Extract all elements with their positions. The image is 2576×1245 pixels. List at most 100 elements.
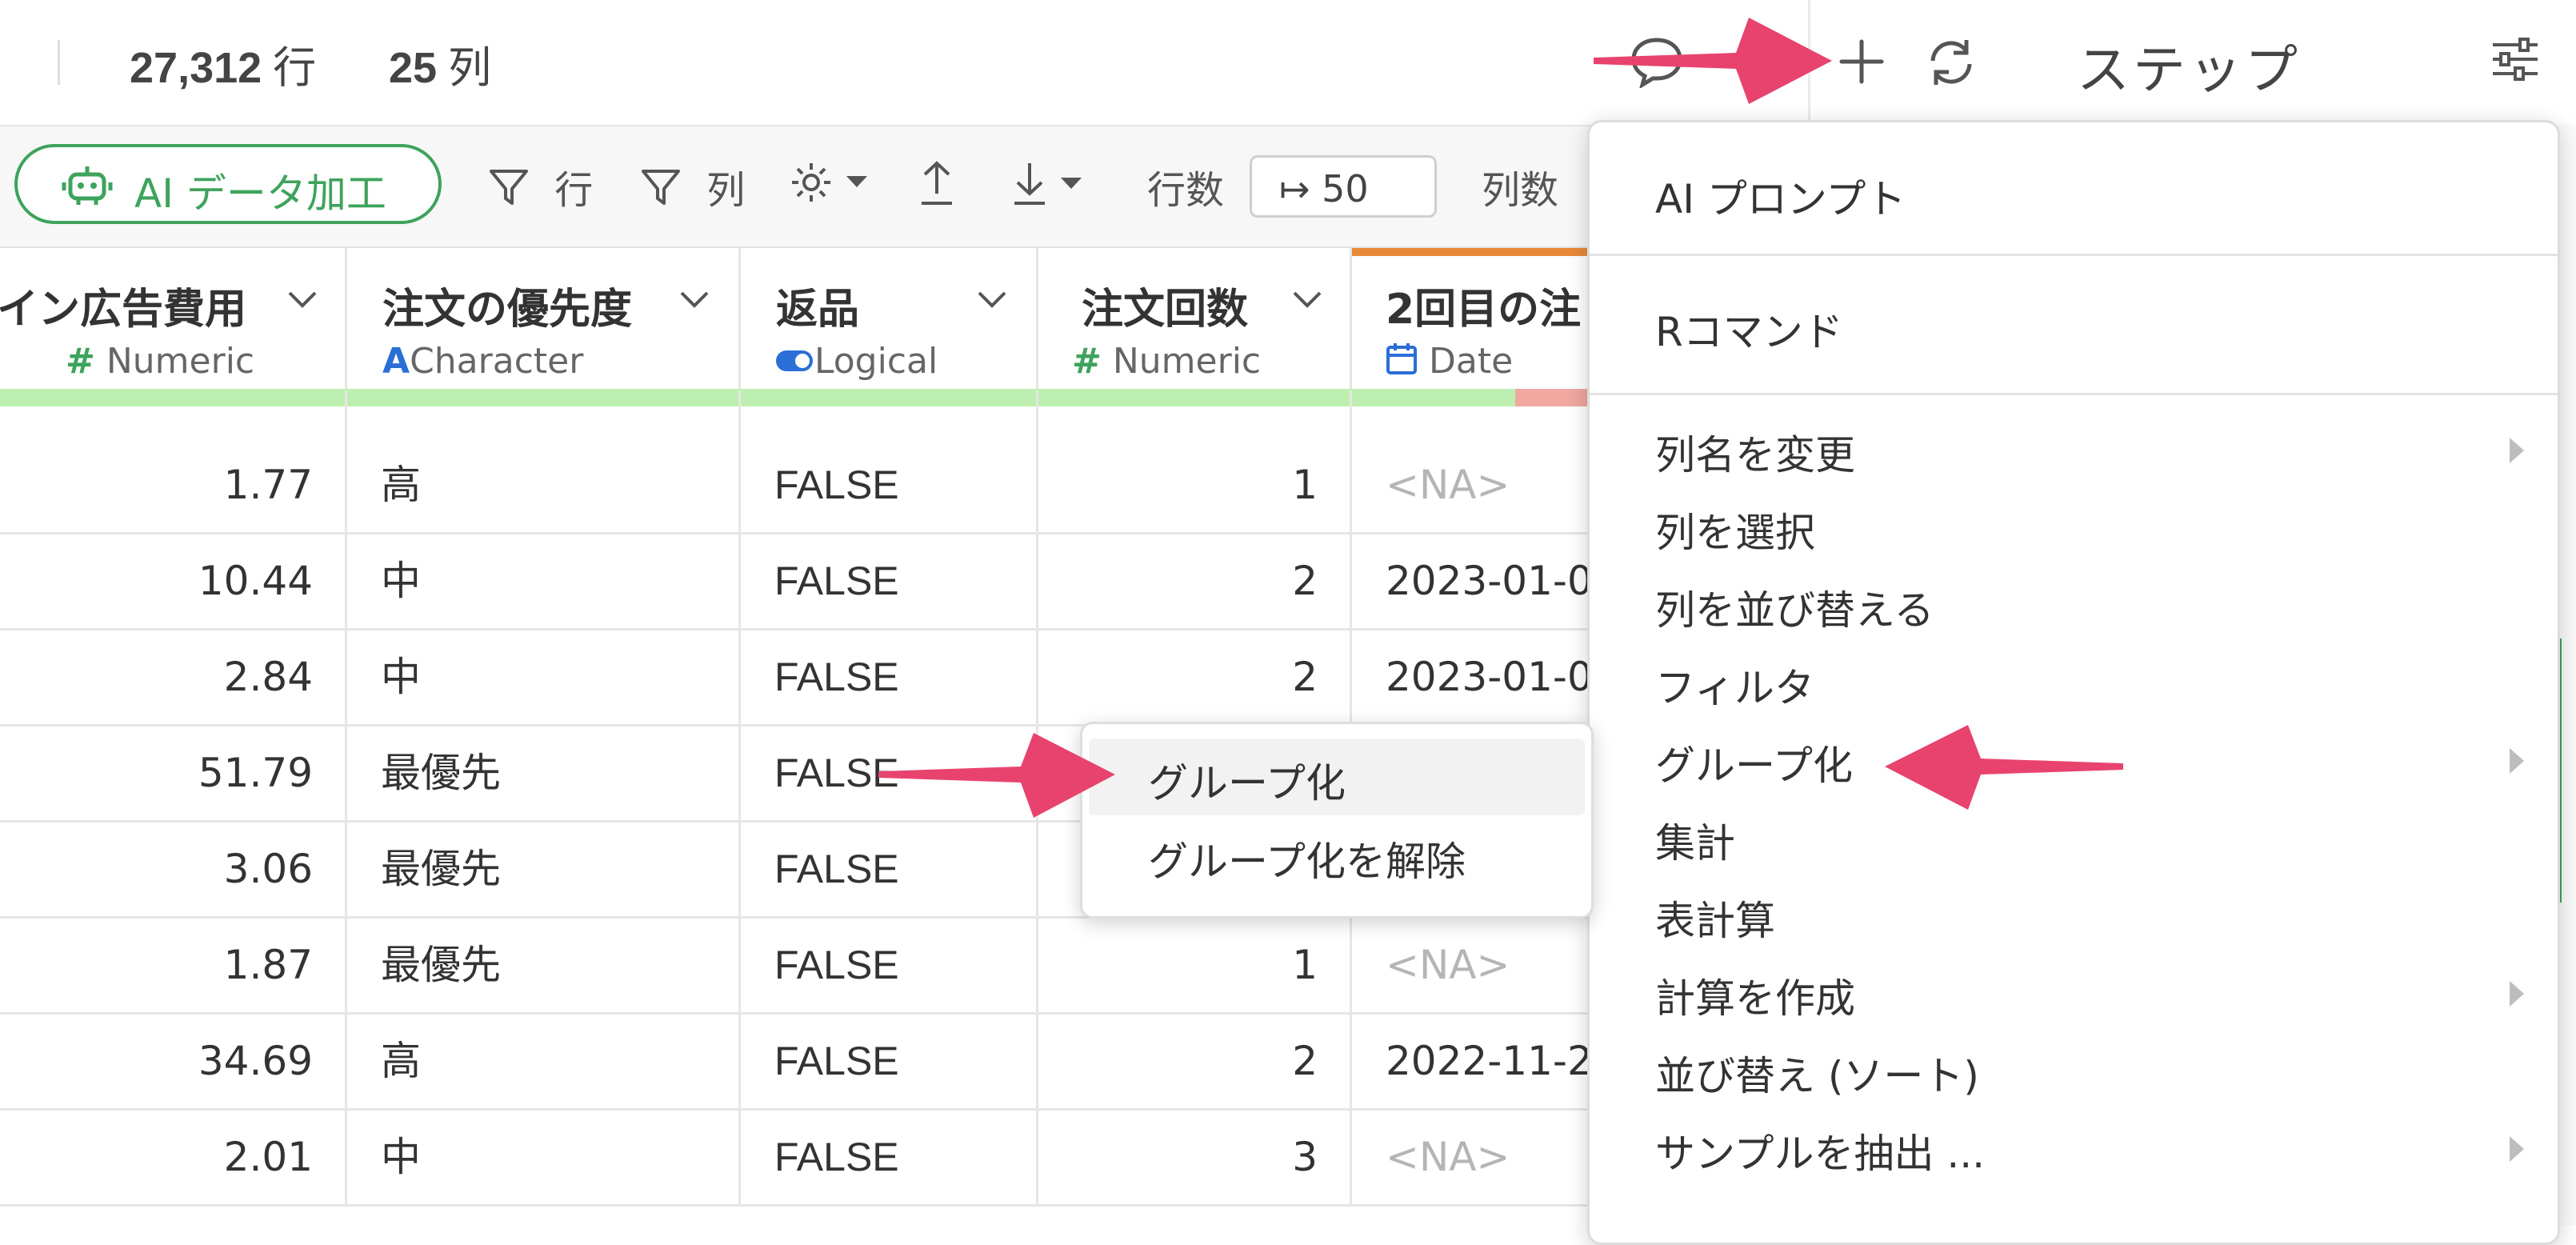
table-cell[interactable]: FALSE <box>741 534 1038 628</box>
column-header[interactable]: イン広告費用 # Numeric <box>0 248 347 389</box>
table-cell[interactable]: <NA> <box>1352 919 1592 1012</box>
table-row: 34.69 高 FALSE 2 2022-11-2 <box>0 1015 1592 1111</box>
column-header[interactable]: 注文回数 # Numeric <box>1038 248 1352 389</box>
column-count: 25 列 <box>389 42 492 93</box>
table-cell[interactable]: 中 <box>347 534 741 628</box>
robot-icon <box>62 166 113 205</box>
table-cell[interactable]: FALSE <box>741 631 1038 724</box>
toggle-icon <box>776 350 813 371</box>
menu-item-r-command[interactable]: Rコマンド <box>1655 300 1843 358</box>
chevron-down-icon[interactable] <box>283 280 322 318</box>
table-cell[interactable]: 最優先 <box>347 727 741 820</box>
table-cell[interactable]: 中 <box>347 631 741 724</box>
ai-button-label: AI データ加工 <box>134 170 386 217</box>
table-cell[interactable]: FALSE <box>741 823 1038 916</box>
ai-data-processing-button[interactable]: AI データ加工 <box>14 144 442 224</box>
menu-item[interactable]: 列名を変更 <box>1655 423 1855 481</box>
annotation-arrow <box>878 733 1115 818</box>
menu-item[interactable]: 並び替え (ソート) <box>1655 1044 1979 1102</box>
rows-count-input[interactable]: ↦ 50 <box>1250 155 1437 218</box>
table-cell[interactable]: 最優先 <box>347 919 741 1012</box>
table-cell[interactable]: 1 <box>1038 919 1352 1012</box>
filter-icon <box>490 170 528 205</box>
table-cell[interactable]: 2 <box>1038 534 1352 628</box>
settings-sliders-icon[interactable] <box>2490 35 2541 83</box>
chevron-down-icon[interactable] <box>675 280 714 318</box>
column-header[interactable]: 2回目の注 Date <box>1352 248 1592 389</box>
table-cell[interactable]: 高 <box>347 1015 741 1108</box>
column-header[interactable]: 返品 Logical <box>741 248 1038 389</box>
table-cell[interactable]: 3 <box>1038 1111 1352 1204</box>
table-cell[interactable]: FALSE <box>741 438 1038 532</box>
rows-label: 行数 <box>1147 168 1225 213</box>
table-cell[interactable]: 中 <box>347 1111 741 1204</box>
column-header[interactable]: 注文の優先度 ACharacter <box>347 248 741 389</box>
menu-item[interactable]: フィルタ <box>1655 656 1814 714</box>
steps-title: ステップ <box>2077 39 2301 101</box>
table-cell[interactable]: 2 <box>1038 1015 1352 1108</box>
top-bar: 27,312 行 25 列 ステップ <box>0 0 2576 126</box>
column-highlight-bar <box>1352 248 1592 256</box>
add-step-menu: AI プロンプト Rコマンド 列名を変更列を選択列を並び替える フィルタグループ化… <box>1587 120 2560 1245</box>
character-type-icon: A <box>382 341 410 382</box>
table-row: 10.44 中 FALSE 2 2023-01-0 <box>0 534 1592 631</box>
table-cell[interactable]: 51.79 <box>0 727 347 820</box>
table-cell[interactable]: 2023-01-0 <box>1352 534 1592 628</box>
filter-rows-button[interactable]: 行 <box>488 158 593 214</box>
numeric-type-icon: # <box>66 341 95 382</box>
table-cell[interactable]: 1.87 <box>0 919 347 1012</box>
annotation-arrow <box>1594 18 1832 104</box>
table-row: 1.77 高 FALSE 1 <NA> <box>0 438 1592 534</box>
table-cell[interactable]: 2.01 <box>0 1111 347 1204</box>
table-cell[interactable]: <NA> <box>1352 1111 1592 1204</box>
table-cell[interactable]: FALSE <box>741 1015 1038 1108</box>
gear-menu-icon[interactable] <box>790 160 874 205</box>
table-cell[interactable]: 2023-01-0 <box>1352 631 1592 724</box>
row-count: 27,312 行 <box>130 42 317 93</box>
cols-label: 列数 <box>1482 168 1559 213</box>
menu-divider <box>1590 254 2558 256</box>
table-row-partial <box>0 390 1592 441</box>
menu-item[interactable]: 表計算 <box>1655 889 1775 947</box>
submenu-caret-icon <box>2510 1136 2524 1162</box>
menu-item[interactable]: 列を並び替える <box>1655 578 1934 636</box>
table-cell[interactable]: 2 <box>1038 631 1352 724</box>
table-row: 1.87 最優先 FALSE 1 <NA> <box>0 919 1592 1015</box>
table-cell[interactable]: FALSE <box>741 919 1038 1012</box>
menu-item[interactable]: 集計 <box>1655 811 1735 869</box>
table-cell[interactable]: 3.06 <box>0 823 347 916</box>
table-cell[interactable]: 2.84 <box>0 631 347 724</box>
table-cell[interactable]: 高 <box>347 438 741 532</box>
table-cell[interactable]: 最優先 <box>347 823 741 916</box>
download-menu-icon[interactable] <box>1010 158 1093 208</box>
table-row: 2.01 中 FALSE 3 <NA> <box>0 1111 1592 1207</box>
table-cell[interactable]: <NA> <box>1352 438 1592 532</box>
menu-item[interactable]: 列を選択 <box>1655 501 1815 558</box>
submenu-caret-icon <box>2510 981 2524 1007</box>
numeric-type-icon: # <box>1072 341 1102 382</box>
table-cell[interactable]: 1 <box>1038 438 1352 532</box>
menu-item[interactable]: 計算を作成 <box>1655 967 1855 1024</box>
filter-columns-button[interactable]: 列 <box>640 158 745 214</box>
menu-item-ai-prompt[interactable]: AI プロンプト <box>1655 167 1906 225</box>
refresh-icon[interactable] <box>1923 35 1979 90</box>
menu-item[interactable]: グループ化 <box>1655 734 1853 791</box>
context-item-ungroup[interactable]: グループ化を解除 <box>1148 830 1466 887</box>
submenu-caret-icon <box>2510 438 2524 463</box>
menu-item[interactable]: サンプルを抽出 ... <box>1655 1122 1985 1179</box>
add-step-plus-icon[interactable] <box>1837 37 1886 86</box>
context-item-group[interactable]: グループ化 <box>1148 751 1346 809</box>
table-cell[interactable]: 1.77 <box>0 438 347 532</box>
chevron-down-icon[interactable] <box>973 280 1011 318</box>
table-cell[interactable]: 10.44 <box>0 534 347 628</box>
filter-icon <box>642 170 680 205</box>
chevron-down-icon[interactable] <box>1288 280 1326 318</box>
divider <box>58 40 60 85</box>
data-toolbar: AI データ加工 行 列 行数 ↦ 50 列数 <box>0 126 1592 248</box>
menu-divider <box>1590 393 2558 395</box>
table-cell[interactable]: 34.69 <box>0 1015 347 1108</box>
table-cell[interactable]: 2022-11-2 <box>1352 1015 1592 1108</box>
submenu-caret-icon <box>2510 748 2524 774</box>
upload-icon[interactable] <box>917 158 957 208</box>
table-cell[interactable]: FALSE <box>741 1111 1038 1204</box>
